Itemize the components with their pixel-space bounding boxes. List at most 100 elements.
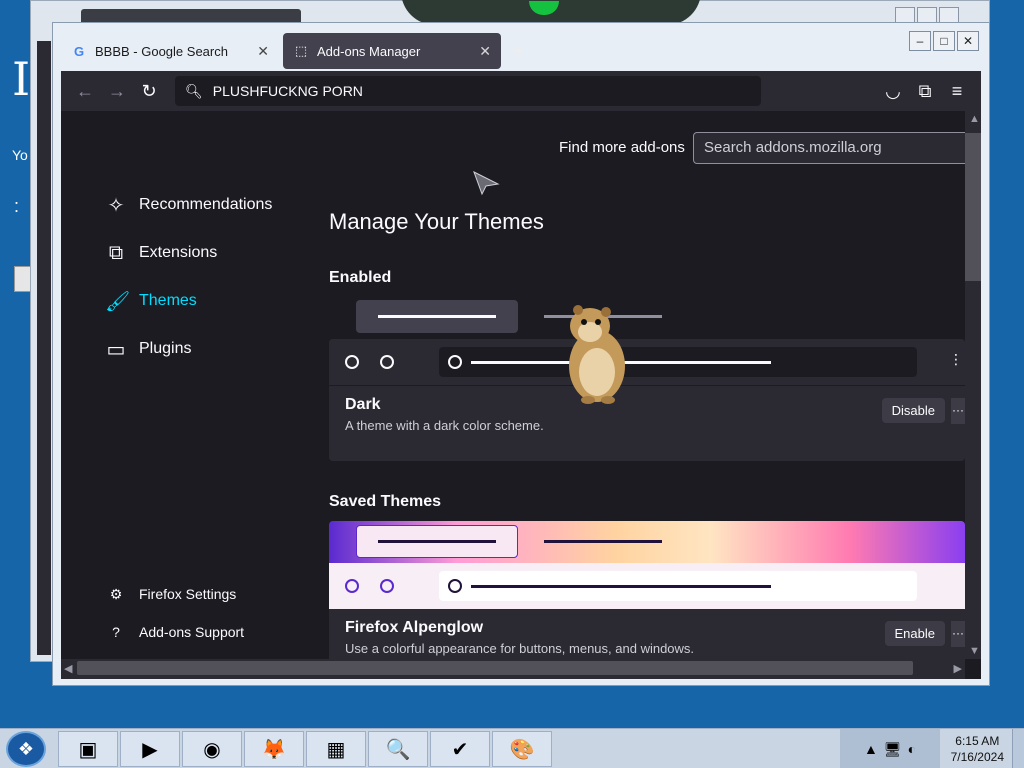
clock-time: 6:15 AM [955, 734, 1000, 748]
nav-toolbar: ← → ↻ 🔍︎ PLUSHFUCKNG PORN ◡ ⧉ ≡ [61, 71, 981, 111]
taskbar-app-search[interactable]: 🔍 [368, 731, 428, 767]
preview-line [378, 315, 496, 318]
tab-google-search[interactable]: G BBBB - Google Search ✕ [61, 33, 279, 69]
desktop-text-yo: Yo [12, 147, 28, 163]
preview-menu-icon: ⋮ [949, 351, 963, 367]
sidebar-item-label: Recommendations [139, 196, 273, 213]
firefox-settings-link[interactable]: ⚙ Firefox Settings [107, 575, 244, 613]
scroll-left-icon[interactable]: ◀ [64, 662, 72, 675]
addons-sidebar: ✧ Recommendations ⧉ Extensions 🖌 Themes … [105, 181, 272, 373]
new-tab-button[interactable]: + [513, 41, 524, 62]
taskbar-app-monitor[interactable]: ▦ [306, 731, 366, 767]
minimize-button[interactable]: – [909, 31, 931, 51]
pocket-icon[interactable]: ◡ [877, 75, 909, 107]
addons-support-link[interactable]: ? Add-ons Support [107, 613, 244, 651]
clock-date: 7/16/2024 [950, 750, 1004, 764]
menu-icon[interactable]: ≡ [941, 75, 973, 107]
dark-theme-preview: ⋮ [329, 339, 965, 385]
firefox-window: – □ ✕ G BBBB - Google Search ✕ ⬚ Add-ons… [52, 22, 990, 686]
theme-description: A theme with a dark color scheme. [345, 418, 544, 433]
enable-button[interactable]: Enable [884, 621, 945, 646]
start-button[interactable]: ❖ [6, 731, 46, 767]
forward-button[interactable]: → [101, 75, 133, 107]
sidebar-item-themes[interactable]: 🖌 Themes [105, 277, 272, 325]
maximize-button[interactable]: □ [933, 31, 955, 51]
link-label: Firefox Settings [139, 586, 237, 602]
url-bar[interactable]: 🔍︎ PLUSHFUCKNG PORN [175, 76, 761, 106]
window-controls: – □ ✕ [909, 31, 979, 51]
vertical-scrollbar[interactable]: ▲ ▼ [965, 111, 981, 659]
taskbar-app-media-player[interactable]: ▶ [120, 731, 180, 767]
enabled-heading: Enabled [329, 269, 392, 286]
alpenglow-preview [329, 521, 965, 609]
scrollbar-thumb[interactable] [77, 661, 913, 675]
preview-circle [448, 579, 462, 593]
reload-button[interactable]: ↻ [133, 75, 165, 107]
more-options-button[interactable]: ··· [951, 398, 965, 424]
close-button[interactable]: ✕ [957, 31, 979, 51]
page-title: Manage Your Themes [329, 209, 544, 234]
link-label: Add-ons Support [139, 624, 245, 640]
brush-icon: 🖌 [105, 290, 131, 313]
tab-label: BBBB - Google Search [95, 43, 228, 59]
find-more-label: Find more add-ons [559, 139, 685, 156]
tray-expand-icon[interactable]: ▲ [864, 741, 878, 757]
desktop-text-letter: I [12, 52, 31, 106]
scroll-up-icon[interactable]: ▲ [969, 113, 980, 125]
scroll-right-icon[interactable]: ▶ [954, 662, 962, 675]
green-indicator [529, 1, 559, 15]
addons-search-input[interactable]: Search addons.mozilla.org [693, 132, 973, 164]
theme-card-dark[interactable]: ⋮ Dark A theme with a dark color scheme.… [329, 339, 965, 461]
theme-description: Use a colorful appearance for buttons, m… [345, 641, 695, 656]
desktop-text-dot: : [14, 196, 20, 216]
google-icon: G [73, 43, 85, 59]
disable-button[interactable]: Disable [881, 398, 945, 423]
sidebar-item-extensions[interactable]: ⧉ Extensions [105, 229, 272, 277]
taskbar-apps: ▣ ▶ ◉ 🦊 ▦ 🔍 ✔ 🎨 [58, 731, 554, 767]
taskbar-app-paint[interactable]: 🎨 [492, 731, 552, 767]
taskbar-app-window[interactable]: ▣ [58, 731, 118, 767]
gear-icon: ⚙ [109, 585, 123, 602]
browser-chrome: ← → ↻ 🔍︎ PLUSHFUCKNG PORN ◡ ⧉ ≡ Find mor… [61, 71, 981, 679]
taskbar-clock[interactable]: 6:15 AM 7/16/2024 [951, 733, 1004, 765]
dark-theme-tabs-preview [329, 297, 965, 339]
network-icon[interactable]: 🖥 [884, 741, 902, 758]
puzzle-icon: ⧉ [108, 241, 124, 264]
sidebar-item-recommendations[interactable]: ✧ Recommendations [105, 181, 273, 229]
sidebar-item-label: Extensions [139, 244, 218, 261]
search-icon: 🔍︎ [185, 82, 203, 99]
close-tab-icon[interactable]: ✕ [479, 43, 491, 60]
preview-circle [345, 355, 359, 369]
sidebar-item-plugins[interactable]: ▭ Plugins [105, 325, 272, 373]
preview-circle [380, 355, 394, 369]
close-tab-icon[interactable]: ✕ [257, 43, 269, 60]
horizontal-scrollbar[interactable]: ◀ ▶ [61, 659, 965, 679]
show-desktop-button[interactable] [1012, 729, 1024, 768]
theme-name: Firefox Alpenglow [345, 619, 484, 636]
tab-addons-manager[interactable]: ⬚ Add-ons Manager ✕ [283, 33, 501, 69]
background-window-content [37, 41, 51, 655]
taskbar-app-checkmark[interactable]: ✔ [430, 731, 490, 767]
extensions-icon[interactable]: ⧉ [909, 75, 941, 107]
scroll-down-icon[interactable]: ▼ [969, 645, 980, 657]
tab-label: Add-ons Manager [317, 43, 421, 59]
sparkle-icon: ✧ [107, 194, 125, 217]
dark-card-info: Dark A theme with a dark color scheme. D… [329, 385, 965, 461]
hamster-icon [569, 305, 625, 404]
puzzle-icon: ⬚ [294, 43, 308, 58]
windows-taskbar: ❖ ▣ ▶ ◉ 🦊 ▦ 🔍 ✔ 🎨 ▲ 🖥 ◐ 6:15 AM 7/16/202… [0, 728, 1024, 768]
back-button[interactable]: ← [69, 75, 101, 107]
preview-line [471, 585, 771, 588]
volume-icon[interactable]: ◐ [908, 741, 916, 757]
preview-circle [380, 579, 394, 593]
taskbar-app-globe[interactable]: ◉ [182, 731, 242, 767]
preview-line [378, 540, 496, 543]
sidebar-item-label: Themes [139, 292, 197, 309]
more-options-button[interactable]: ··· [951, 621, 965, 647]
taskbar-app-firefox[interactable]: 🦊 [244, 731, 304, 767]
scrollbar-thumb[interactable] [965, 133, 981, 281]
preview-line [544, 540, 662, 543]
preview-circle [345, 579, 359, 593]
theme-card-alpenglow[interactable]: Firefox Alpenglow Use a colorful appeara… [329, 521, 965, 669]
theme-name: Dark [345, 396, 381, 413]
